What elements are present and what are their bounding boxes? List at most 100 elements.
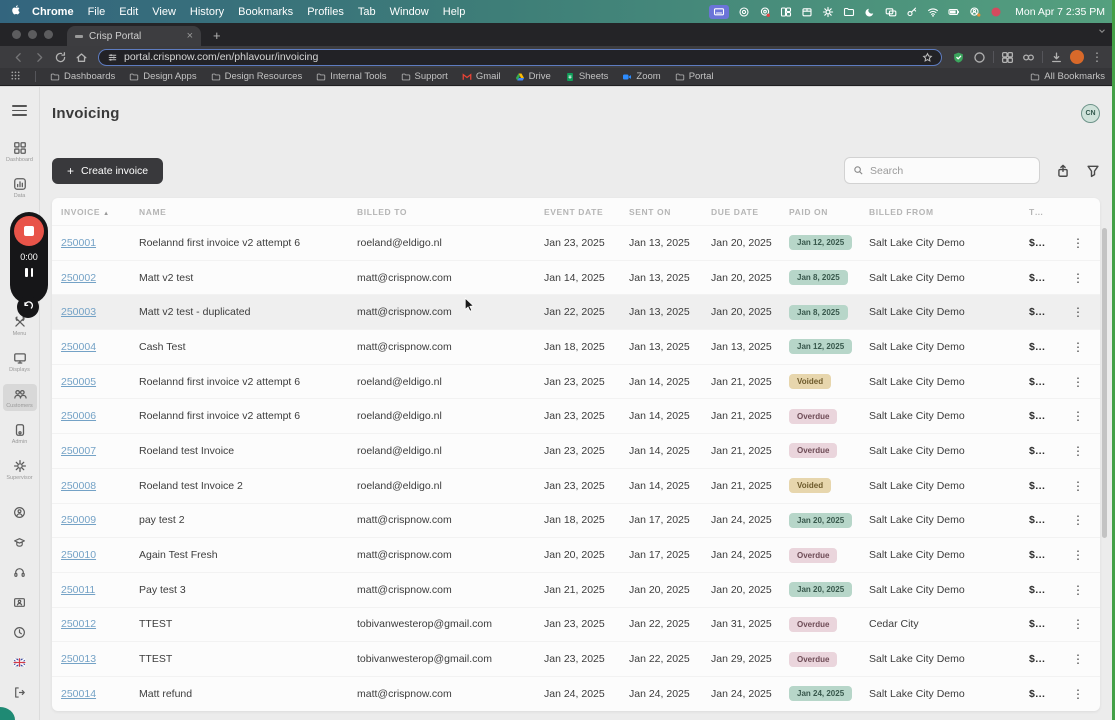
key[interactable]	[906, 6, 918, 18]
bookmark-star-icon[interactable]	[922, 52, 933, 63]
sidebar-item-supervisor[interactable]: Supervisor	[3, 456, 37, 483]
table-row[interactable]: 250003 Matt v2 test - duplicated matt@cris…	[52, 294, 1100, 330]
menubar-app-name[interactable]: Chrome	[32, 6, 74, 18]
table-row[interactable]: 250011 Pay test 3 matt@crispnow.com Jan 21,…	[52, 571, 1100, 607]
export-button[interactable]	[1056, 164, 1070, 178]
gear[interactable]	[822, 6, 834, 18]
sidebar-item-admin[interactable]: Admin	[3, 420, 37, 447]
screen-record[interactable]	[709, 4, 730, 19]
column-header[interactable]: TOTAL	[1029, 207, 1056, 217]
invoice-link[interactable]: 250013	[61, 653, 139, 665]
table-row[interactable]: 250005 Roelannd first invoice v2 attempt …	[52, 363, 1100, 399]
sidebar-item-dashboard[interactable]: Dashboard	[3, 138, 37, 165]
invoice-link[interactable]: 250010	[61, 549, 139, 561]
table-row[interactable]: 250010 Again Test Fresh matt@crispnow.com J…	[52, 537, 1100, 572]
table-row[interactable]: 250013 TTEST tobivanwesterop@gmail.com Jan …	[52, 641, 1100, 676]
url-text[interactable]: portal.crispnow.com/en/phlavour/invoicin…	[124, 51, 916, 63]
invoice-link[interactable]: 250012	[61, 618, 139, 630]
tab-search-chevron-icon[interactable]	[1097, 23, 1107, 41]
menubar-item[interactable]: Help	[443, 6, 466, 18]
browser-profile-avatar[interactable]	[1070, 50, 1084, 64]
bookmark-item[interactable]: Zoom	[622, 71, 661, 82]
menubar-clock[interactable]: Mon Apr 7 2:35 PM	[1015, 6, 1105, 18]
folder[interactable]	[843, 6, 855, 18]
table-row[interactable]: 250001 Roelannd first invoice v2 attempt …	[52, 225, 1100, 260]
box-app[interactable]	[801, 6, 813, 18]
new-tab-button[interactable]: +	[213, 28, 221, 43]
sidebar-item-account[interactable]	[13, 506, 26, 524]
user-badge[interactable]	[969, 6, 981, 18]
wifi[interactable]	[927, 6, 939, 18]
minimize-window-button[interactable]	[28, 30, 37, 39]
bookmark-item[interactable]: Gmail	[462, 71, 501, 82]
table-row[interactable]: 250004 Cash Test matt@crispnow.com Jan 18, …	[52, 329, 1100, 364]
extension-icon[interactable]	[969, 51, 990, 64]
row-menu-button[interactable]: ⋮	[1056, 375, 1100, 389]
invoice-link[interactable]: 250009	[61, 514, 139, 526]
sidebar-item-screen-share[interactable]	[13, 596, 26, 614]
row-menu-button[interactable]: ⋮	[1056, 479, 1100, 493]
menubar-item[interactable]: Bookmarks	[238, 6, 293, 18]
search-input[interactable]	[870, 164, 1031, 177]
pause-recording-button[interactable]	[25, 268, 33, 277]
forward-icon[interactable]	[29, 51, 50, 64]
sidebar-item-support[interactable]	[13, 566, 26, 584]
bookmark-item[interactable]: Drive	[515, 71, 551, 82]
bookmark-item[interactable]: Design Apps	[129, 71, 197, 82]
row-menu-button[interactable]: ⋮	[1056, 340, 1100, 354]
bookmark-item[interactable]: Design Resources	[211, 71, 302, 82]
tab-close-icon[interactable]: ×	[187, 30, 193, 42]
table-row[interactable]: 250008 Roeland test Invoice 2 roeland@eldi…	[52, 467, 1100, 503]
battery[interactable]	[948, 6, 960, 18]
menubar-item[interactable]: File	[88, 6, 106, 18]
table-row[interactable]: 250012 TTEST tobivanwesterop@gmail.com Jan …	[52, 606, 1100, 642]
window-layout[interactable]	[780, 6, 792, 18]
invoice-link[interactable]: 250007	[61, 445, 139, 457]
table-row[interactable]: 250002 Matt v2 test matt@crispnow.com Jan 1…	[52, 259, 1100, 295]
row-menu-button[interactable]: ⋮	[1056, 236, 1100, 250]
column-header[interactable]: DUE DATE	[711, 207, 789, 217]
user-avatar[interactable]: CN	[1081, 103, 1100, 123]
invoice-link[interactable]: 250002	[61, 272, 139, 284]
hamburger-menu-icon[interactable]	[12, 105, 27, 116]
row-menu-button[interactable]: ⋮	[1056, 548, 1100, 562]
row-menu-button[interactable]: ⋮	[1056, 444, 1100, 458]
sidebar-item-displays[interactable]: Displays	[3, 348, 37, 375]
column-header[interactable]: PAID ON	[789, 207, 869, 217]
row-menu-button[interactable]: ⋮	[1056, 652, 1100, 666]
download-icon[interactable]	[1046, 51, 1067, 64]
menubar-item[interactable]: Edit	[119, 6, 138, 18]
bookmark-item[interactable]: Portal	[675, 71, 714, 82]
invoice-link[interactable]: 250008	[61, 480, 139, 492]
invoice-link[interactable]: 250014	[61, 688, 139, 700]
workspaces-icon[interactable]	[997, 51, 1018, 64]
bookmark-item[interactable]: Dashboards	[50, 71, 115, 82]
home-icon[interactable]	[71, 51, 92, 64]
invoice-link[interactable]: 250004	[61, 341, 139, 353]
apps-grid-icon[interactable]	[10, 70, 21, 84]
browser-menu-icon[interactable]: ⋮	[1087, 50, 1107, 64]
close-window-button[interactable]	[12, 30, 21, 39]
invoice-link[interactable]: 250005	[61, 376, 139, 388]
tune-icon[interactable]	[107, 52, 118, 63]
row-menu-button[interactable]: ⋮	[1056, 513, 1100, 527]
row-menu-button[interactable]: ⋮	[1056, 583, 1100, 597]
all-bookmarks-button[interactable]: All Bookmarks	[1030, 71, 1105, 82]
menubar-item[interactable]: View	[152, 6, 176, 18]
menubar-item[interactable]: Window	[390, 6, 429, 18]
sidebar-item-customers[interactable]: Customers	[2, 383, 37, 411]
invoice-link[interactable]: 250001	[61, 237, 139, 249]
sidebar-item-history[interactable]	[13, 626, 26, 644]
bookmark-item[interactable]: Support	[401, 71, 448, 82]
bookmark-item[interactable]: Sheets	[565, 71, 608, 82]
restart-recording-button[interactable]	[17, 296, 39, 318]
menubar-item[interactable]: Profiles	[307, 6, 344, 18]
table-row[interactable]: 250006 Roelannd first invoice v2 attempt …	[52, 398, 1100, 433]
column-header[interactable]: SENT ON	[629, 207, 711, 217]
row-menu-button[interactable]: ⋮	[1056, 271, 1100, 285]
apple-logo-icon[interactable]	[10, 4, 22, 19]
menubar-item[interactable]: Tab	[358, 6, 376, 18]
page-scrollbar[interactable]	[1102, 228, 1107, 538]
link-extension-icon[interactable]	[1018, 51, 1039, 64]
column-header[interactable]: BILLED FROM	[869, 207, 1029, 217]
